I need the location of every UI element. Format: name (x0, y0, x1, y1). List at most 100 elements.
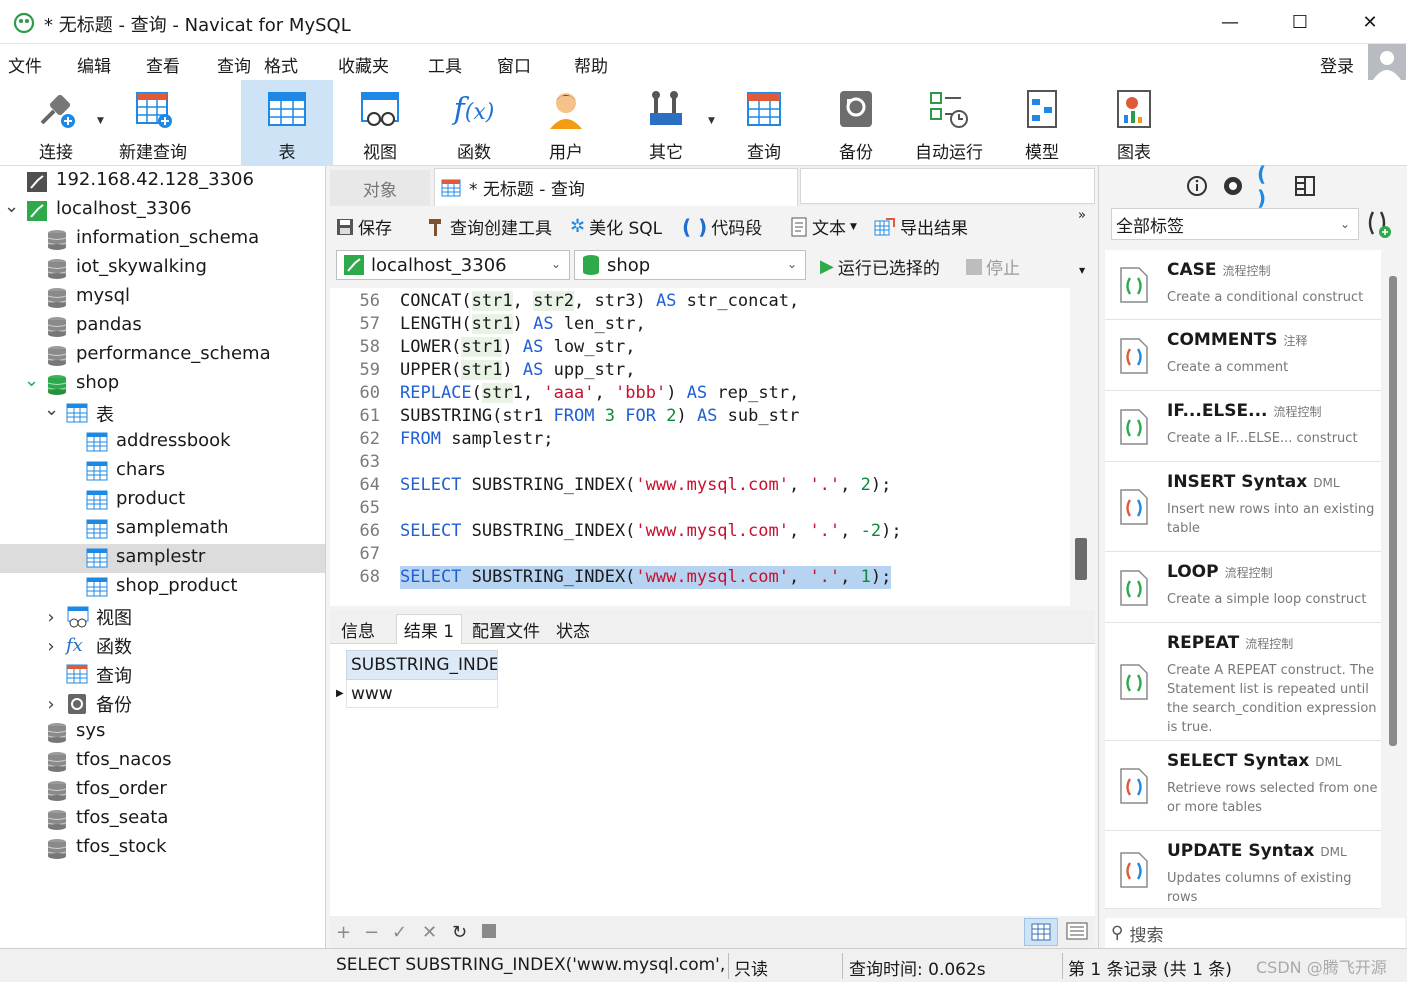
code-line[interactable]: 63 (330, 451, 1070, 474)
login-link[interactable]: 登录 (1320, 52, 1354, 77)
refresh-icon[interactable]: ↻ (452, 922, 467, 943)
model-button[interactable]: 模型 (1004, 80, 1080, 166)
tree-database[interactable]: sys (0, 718, 325, 747)
run-selected-button[interactable]: ▶ 运行已选择的 (820, 254, 940, 279)
snippet-item[interactable]: COMMENTS 注释 Create a comment (1105, 320, 1381, 391)
tree-database[interactable]: tfos_stock (0, 834, 325, 863)
code-line[interactable]: 59 UPPER(str1) AS upp_str, (330, 359, 1070, 382)
code-line[interactable]: 56 CONCAT(str1, str2, str3) AS str_concat… (330, 290, 1070, 313)
tab-status[interactable]: 状态 (548, 614, 598, 644)
menu-file[interactable]: 文件 (8, 52, 42, 77)
tree-tables-folder[interactable]: ⌄ 表 (0, 399, 325, 428)
result-cell[interactable]: www (346, 680, 498, 708)
menu-view[interactable]: 查看 (146, 52, 180, 77)
menu-help[interactable]: 帮助 (574, 52, 608, 77)
tree-functions-folder[interactable]: › fx 函数 (0, 631, 325, 660)
query-builder-button[interactable]: 查询创建工具 (426, 214, 552, 239)
eye-icon[interactable] (1221, 174, 1245, 198)
code-line[interactable]: 67 (330, 543, 1070, 566)
chart-button[interactable]: 图表 (1096, 80, 1172, 166)
menu-edit[interactable]: 编辑 (77, 52, 111, 77)
query-button[interactable]: 查询 (724, 80, 804, 166)
connection-select[interactable]: localhost_3306 ⌄ (336, 250, 570, 280)
tree-table[interactable]: addressbook (0, 428, 325, 457)
tree-database-shop[interactable]: ⌄ shop (0, 370, 325, 399)
snippet-item[interactable]: SELECT Syntax DML Retrieve rows selected f… (1105, 741, 1381, 831)
tree-table[interactable]: product (0, 486, 325, 515)
tag-filter-select[interactable]: 全部标签 ⌄ (1111, 208, 1359, 240)
add-record-icon[interactable]: + (336, 922, 351, 943)
snippet-item[interactable]: LOOP 流程控制 Create a simple loop construct (1105, 552, 1381, 623)
tab-query[interactable]: * 无标题 - 查询 (434, 168, 798, 206)
stop-square-icon[interactable] (482, 924, 496, 938)
bar-overflow-icon[interactable]: ▼ (1079, 266, 1085, 275)
function-button[interactable]: f(x) 函数 (434, 80, 514, 166)
avatar[interactable] (1368, 44, 1406, 80)
chevron-right-icon[interactable]: › (44, 607, 58, 628)
tree-database[interactable]: information_schema (0, 225, 325, 254)
menu-tools[interactable]: 工具 (428, 52, 462, 77)
tree-table[interactable]: shop_product (0, 573, 325, 602)
editor-scrollbar[interactable] (1075, 538, 1087, 580)
other-dropdown-icon[interactable]: ▼ (708, 116, 715, 126)
layout-grid-icon[interactable] (1293, 174, 1317, 198)
snippet-search[interactable]: ⚲ 搜索 (1105, 918, 1405, 948)
tab-profile[interactable]: 配置文件 (466, 614, 546, 644)
connect-button[interactable]: 连接 (20, 80, 92, 166)
chevron-down-icon[interactable]: ⌄ (24, 370, 39, 391)
code-snippet-button[interactable]: ( ) 代码段 (682, 214, 762, 240)
tab-objects[interactable]: 对象 (330, 170, 430, 206)
automation-button[interactable]: 自动运行 (908, 80, 990, 166)
tree-queries-folder[interactable]: 查询 (0, 660, 325, 689)
tree-connection-localhost[interactable]: ⌄ localhost_3306 (0, 196, 325, 225)
maximize-button[interactable]: ☐ (1280, 8, 1320, 36)
code-line[interactable]: 60 REPLACE(str1, 'aaa', 'bbb') AS rep_str… (330, 382, 1070, 405)
user-button[interactable]: 用户 (526, 80, 606, 166)
menu-favorites[interactable]: 收藏夹 (338, 52, 389, 77)
code-line[interactable]: 62 FROM samplestr; (330, 428, 1070, 451)
stop-button[interactable]: 停止 (966, 254, 1020, 279)
tab-info[interactable]: 信息 (330, 614, 386, 644)
text-button[interactable]: 文本 ▼ (790, 214, 857, 239)
other-button[interactable]: 其它 (626, 80, 706, 166)
menu-query[interactable]: 查询 (217, 52, 251, 77)
code-line[interactable]: 66 SELECT SUBSTRING_INDEX('www.mysql.com'… (330, 520, 1070, 543)
minimize-button[interactable]: — (1210, 8, 1250, 36)
text-dropdown-icon[interactable]: ▼ (850, 222, 857, 232)
backup-button[interactable]: 备份 (816, 80, 896, 166)
column-header[interactable]: SUBSTRING_INDEX('www.mysql.com', '.', 1) (346, 650, 498, 680)
snippet-item[interactable]: REPEAT 流程控制 Create A REPEAT construct. The… (1105, 623, 1381, 741)
new-query-button[interactable]: 新建查询 (110, 80, 196, 166)
chevron-right-icon[interactable]: › (44, 694, 58, 715)
save-button[interactable]: 保存 (336, 214, 392, 239)
tree-database[interactable]: performance_schema (0, 341, 325, 370)
snippet-item[interactable]: UPDATE Syntax DML Updates columns of exist… (1105, 831, 1381, 909)
tree-database[interactable]: tfos_nacos (0, 747, 325, 776)
tree-table[interactable]: chars (0, 457, 325, 486)
database-select[interactable]: shop ⌄ (574, 250, 806, 280)
snippet-scrollbar[interactable] (1389, 276, 1397, 746)
chevron-down-icon[interactable]: ⌄ (4, 196, 19, 217)
tree-table[interactable]: samplestr (0, 544, 325, 573)
close-button[interactable]: ✕ (1350, 8, 1390, 36)
snippet-braces-icon[interactable]: ( ) (1257, 162, 1281, 210)
code-line[interactable]: 61 SUBSTRING(str1 FROM 3 FOR 2) AS sub_st… (330, 405, 1070, 428)
delete-record-icon[interactable]: − (364, 922, 379, 943)
snippet-item[interactable]: CASE 流程控制 Create a conditional construct (1105, 250, 1381, 320)
sql-editor[interactable]: 56 CONCAT(str1, str2, str3) AS str_concat… (330, 288, 1070, 606)
view-button[interactable]: 视图 (340, 80, 420, 166)
tree-database[interactable]: iot_skywalking (0, 254, 325, 283)
tree-connection-remote[interactable]: 192.168.42.128_3306 (0, 167, 325, 196)
discard-x-icon[interactable]: ✕ (422, 922, 437, 943)
tree-views-folder[interactable]: › 视图 (0, 602, 325, 631)
code-line[interactable]: 57 LENGTH(str1) AS len_str, (330, 313, 1070, 336)
tree-database[interactable]: tfos_order (0, 776, 325, 805)
tree-database[interactable]: pandas (0, 312, 325, 341)
info-icon[interactable] (1185, 174, 1209, 198)
toolbar-overflow-icon[interactable]: » (1078, 208, 1086, 223)
connect-dropdown-icon[interactable]: ▼ (97, 116, 104, 126)
form-view-button[interactable] (1066, 922, 1088, 944)
export-result-button[interactable]: 导出结果 (874, 214, 968, 239)
tree-backups-folder[interactable]: › 备份 (0, 689, 325, 718)
tree-table[interactable]: samplemath (0, 515, 325, 544)
